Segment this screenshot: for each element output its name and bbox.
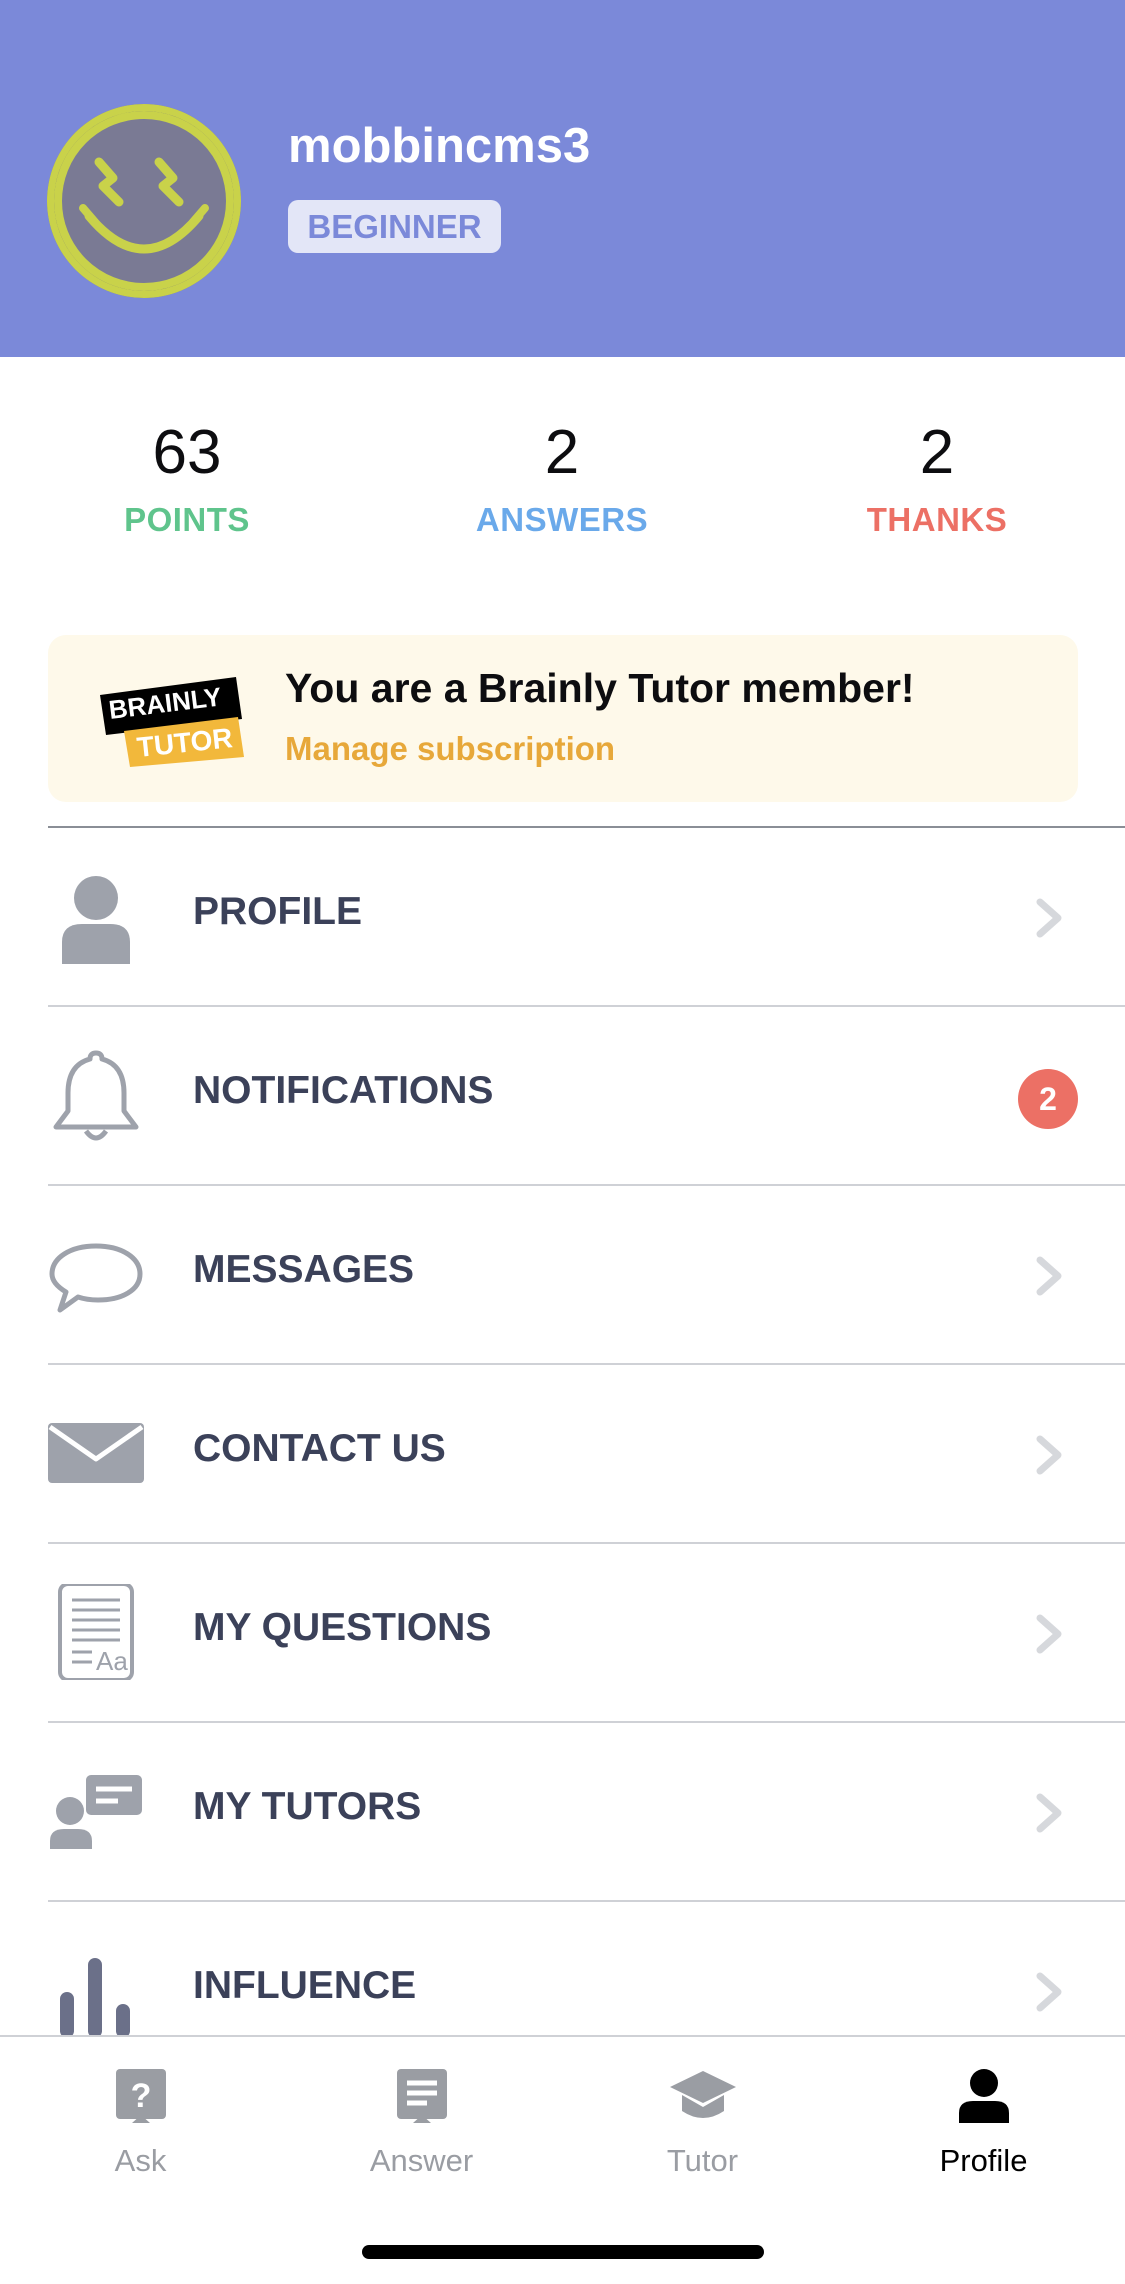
chevron-right-icon: [1036, 1793, 1062, 1833]
tab-profile[interactable]: Profile: [843, 2067, 1124, 2179]
menu-label-notifications: NOTIFICATIONS: [193, 1069, 494, 1112]
tutor-member-title: You are a Brainly Tutor member!: [285, 665, 915, 711]
tutor-membership-card[interactable]: BRAINLY TUTOR You are a Brainly Tutor me…: [48, 635, 1078, 802]
tab-tutor[interactable]: Tutor: [562, 2067, 843, 2179]
svg-text:Aa: Aa: [96, 1646, 128, 1676]
person-icon: [958, 2069, 1009, 2123]
chevron-right-icon: [1036, 1435, 1062, 1475]
answers-value: 2: [544, 418, 580, 487]
tab-tutor-label: Tutor: [666, 2143, 739, 2178]
thanks-value: 2: [919, 418, 955, 487]
rank-badge: BEGINNER: [288, 200, 501, 253]
chevron-right-icon: [1036, 1256, 1062, 1296]
tab-ask[interactable]: ? Ask: [0, 2067, 281, 2179]
speech-bubble-icon: [49, 1243, 143, 1313]
bell-icon: [53, 1050, 139, 1141]
notification-count-badge: 2: [1018, 1069, 1078, 1129]
envelope-icon: [48, 1423, 144, 1483]
profile-header: mobbincms3 BEGINNER: [0, 0, 1125, 357]
svg-text:?: ?: [130, 2077, 151, 2115]
menu-item-messages[interactable]: MESSAGES: [48, 1184, 1125, 1363]
menu-item-my-tutors[interactable]: MY TUTORS: [48, 1721, 1125, 1900]
menu-label-my-questions: MY QUESTIONS: [193, 1606, 492, 1649]
answer-icon: [396, 2069, 447, 2123]
menu-item-notifications[interactable]: NOTIFICATIONS 2: [48, 1005, 1125, 1184]
tab-ask-label: Ask: [114, 2143, 167, 2178]
menu-label-influence: INFLUENCE: [193, 1964, 417, 2007]
graduation-cap-icon: [669, 2071, 736, 2118]
menu-label-messages: MESSAGES: [193, 1248, 415, 1291]
manage-subscription-link[interactable]: Manage subscription: [285, 730, 615, 768]
points-label: POINTS: [124, 501, 250, 538]
stat-answers: 2 ANSWERS: [412, 410, 712, 545]
menu-label-profile: PROFILE: [193, 890, 363, 933]
profile-menu: PROFILE NOTIFICATIONS 2 MESSAGES CONTACT…: [0, 826, 1125, 2079]
tab-profile-label: Profile: [939, 2143, 1028, 2178]
menu-item-contact-us[interactable]: CONTACT US: [48, 1363, 1125, 1542]
menu-item-my-questions[interactable]: Aa MY QUESTIONS: [48, 1542, 1125, 1721]
document-icon: Aa: [58, 1584, 134, 1680]
person-icon: [62, 876, 130, 964]
chevron-right-icon: [1036, 1972, 1062, 2012]
stat-points: 63 POINTS: [37, 410, 337, 545]
home-indicator: [362, 2245, 764, 2259]
menu-label-my-tutors: MY TUTORS: [193, 1785, 422, 1828]
question-icon: ?: [115, 2069, 166, 2123]
bar-chart-icon: [60, 1958, 130, 2038]
username: mobbincms3: [288, 119, 591, 173]
avatar[interactable]: [47, 104, 241, 298]
menu-label-contact-us: CONTACT US: [193, 1427, 446, 1470]
points-value: 63: [152, 418, 222, 487]
chevron-right-icon: [1036, 1614, 1062, 1654]
tab-answer-label: Answer: [369, 2143, 474, 2178]
chevron-right-icon: [1036, 898, 1062, 938]
tutor-board-icon: [50, 1775, 142, 1849]
menu-item-profile[interactable]: PROFILE: [48, 826, 1125, 1005]
brainly-tutor-logo: BRAINLY TUTOR: [100, 677, 244, 767]
thanks-label: THANKS: [866, 501, 1008, 538]
stat-thanks: 2 THANKS: [787, 410, 1087, 545]
smiley-avatar-icon: [54, 111, 234, 291]
tab-answer[interactable]: Answer: [281, 2067, 562, 2179]
answers-label: ANSWERS: [475, 501, 649, 538]
